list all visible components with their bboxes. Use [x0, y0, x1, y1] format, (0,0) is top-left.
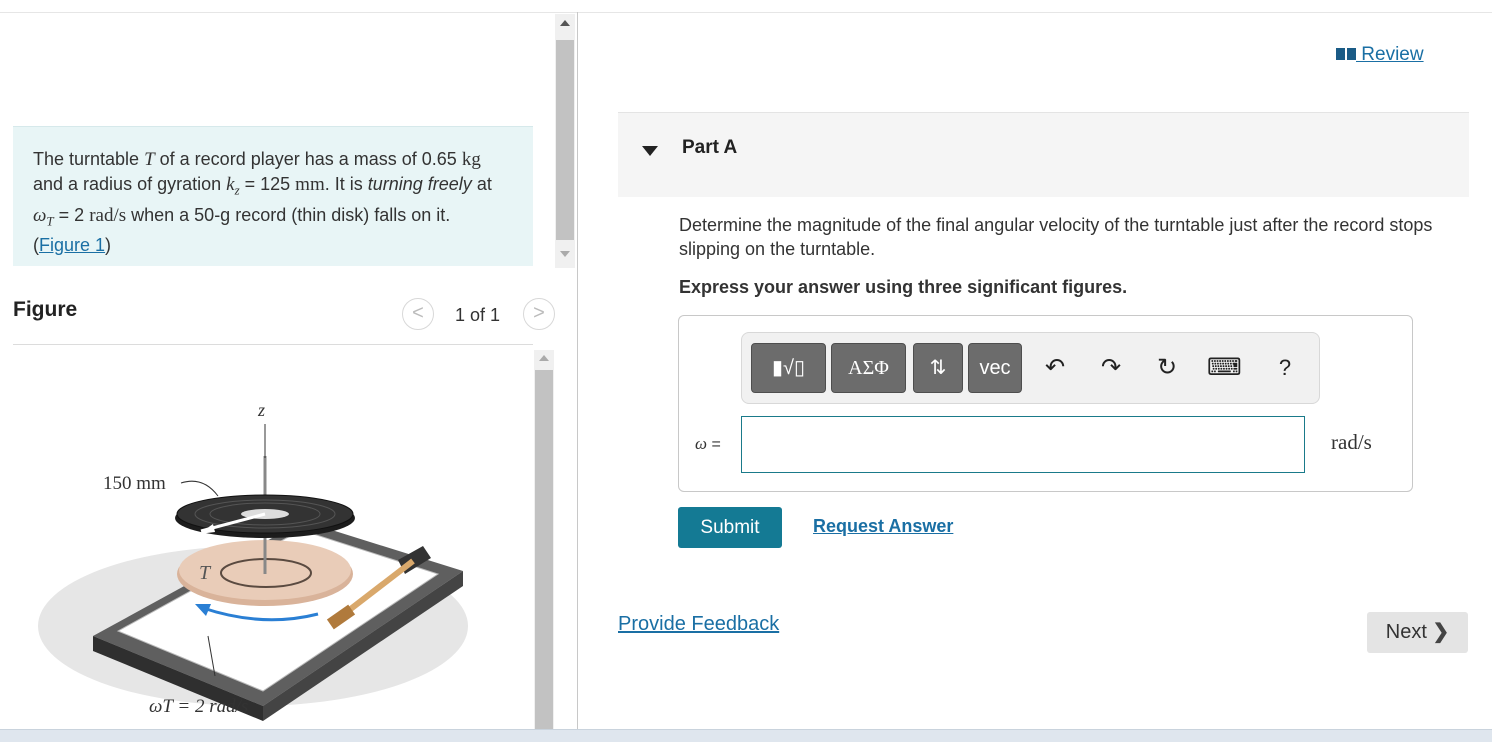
- review-label: Review: [1356, 44, 1424, 65]
- redo-icon[interactable]: ↷: [1094, 351, 1128, 385]
- undo-icon[interactable]: ↶: [1038, 351, 1072, 385]
- bottom-bar: [0, 729, 1492, 742]
- provide-feedback-link[interactable]: Provide Feedback: [618, 613, 779, 636]
- math-toolbar: ▮√▯ ΑΣΦ ⇅ vec ↶ ↷ ↻ ⌨ ?: [741, 332, 1320, 404]
- scroll-down-icon[interactable]: [560, 251, 570, 257]
- problem-text-segment: The turntable: [33, 149, 145, 169]
- problem-statement: The turntable T of a record player has a…: [13, 126, 533, 266]
- part-title: Part A: [682, 137, 738, 158]
- problem-text-segment: and a radius of gyration: [33, 174, 227, 194]
- symbol-k: k: [226, 174, 235, 195]
- problem-text-segment: of a record player has a mass of 0.65: [154, 149, 462, 169]
- answer-input[interactable]: [741, 416, 1305, 473]
- figure-pager-text: 1 of 1: [455, 305, 501, 325]
- problem-text: The turntable T of a record player has a…: [33, 147, 503, 258]
- figure-pager: < 1 of 1 >: [402, 298, 562, 334]
- book-icon: [1336, 48, 1356, 60]
- figure-heading: Figure: [13, 298, 78, 321]
- figure-next-button[interactable]: >: [523, 298, 555, 330]
- problem-text-segment: = 125: [239, 174, 296, 194]
- question-text: Determine the magnitude of the final ang…: [679, 215, 1433, 259]
- label-150mm: 150 mm: [103, 473, 166, 494]
- label-z: z: [257, 400, 265, 420]
- help-icon[interactable]: ?: [1268, 351, 1302, 385]
- answer-unit: rad/s: [1331, 430, 1372, 454]
- symbol-omega: ω: [33, 204, 47, 226]
- subscript-superscript-button[interactable]: ⇅: [913, 343, 963, 393]
- top-border: [0, 12, 1492, 13]
- answer-box: ▮√▯ ΑΣΦ ⇅ vec ↶ ↷ ↻ ⌨ ? ω = rad/s: [678, 315, 1413, 492]
- collapse-triangle-icon[interactable]: [642, 146, 658, 156]
- label-T: T: [199, 562, 212, 584]
- unit-kg: kg: [461, 149, 481, 170]
- turntable-figure: T z 150 mm ωT = 2 rad/s: [38, 400, 468, 721]
- review-link[interactable]: Review: [1336, 44, 1424, 66]
- vector-button[interactable]: vec: [968, 343, 1022, 393]
- scroll-up-icon[interactable]: [560, 20, 570, 26]
- chevron-right-icon: ❯: [1432, 621, 1450, 643]
- instruction-text: Express your answer using three signific…: [679, 277, 1128, 297]
- emphasis-text: turning freely: [367, 174, 472, 194]
- answer-label: ω =: [695, 434, 721, 454]
- unit-rad-per-s: rad/s: [89, 204, 127, 226]
- templates-button[interactable]: ▮√▯: [751, 343, 826, 393]
- symbol-omega-subscript: T: [46, 213, 54, 229]
- unit-mm: mm: [295, 174, 325, 195]
- problem-text-segment: ): [105, 235, 112, 256]
- keyboard-icon[interactable]: ⌨: [1207, 351, 1242, 385]
- problem-text-segment: . It is: [324, 174, 368, 194]
- next-label: Next: [1385, 621, 1427, 643]
- label-omega: ωT = 2 rad/s: [149, 696, 248, 717]
- problem-text-segment: = 2: [53, 204, 90, 225]
- next-button[interactable]: Next ❯: [1367, 612, 1468, 653]
- problem-scroll-thumb[interactable]: [556, 40, 574, 240]
- figure-scroll-up-icon[interactable]: [539, 355, 549, 361]
- request-answer-link[interactable]: Request Answer: [813, 516, 953, 537]
- part-a-header[interactable]: Part A: [618, 112, 1469, 197]
- greek-symbols-button[interactable]: ΑΣΦ: [831, 343, 906, 393]
- figure-link[interactable]: Figure 1: [39, 235, 105, 255]
- answer-symbol: ω: [695, 434, 708, 453]
- answer-equals: =: [711, 436, 721, 453]
- figure-scroll-thumb[interactable]: [535, 370, 553, 730]
- figure-prev-button[interactable]: <: [402, 298, 434, 330]
- reset-icon[interactable]: ↻: [1150, 351, 1184, 385]
- symbol-T: T: [144, 149, 155, 170]
- figure-divider: [13, 344, 533, 345]
- panel-divider: [577, 12, 578, 730]
- submit-button[interactable]: Submit: [678, 507, 782, 548]
- problem-text-segment: at: [471, 174, 492, 194]
